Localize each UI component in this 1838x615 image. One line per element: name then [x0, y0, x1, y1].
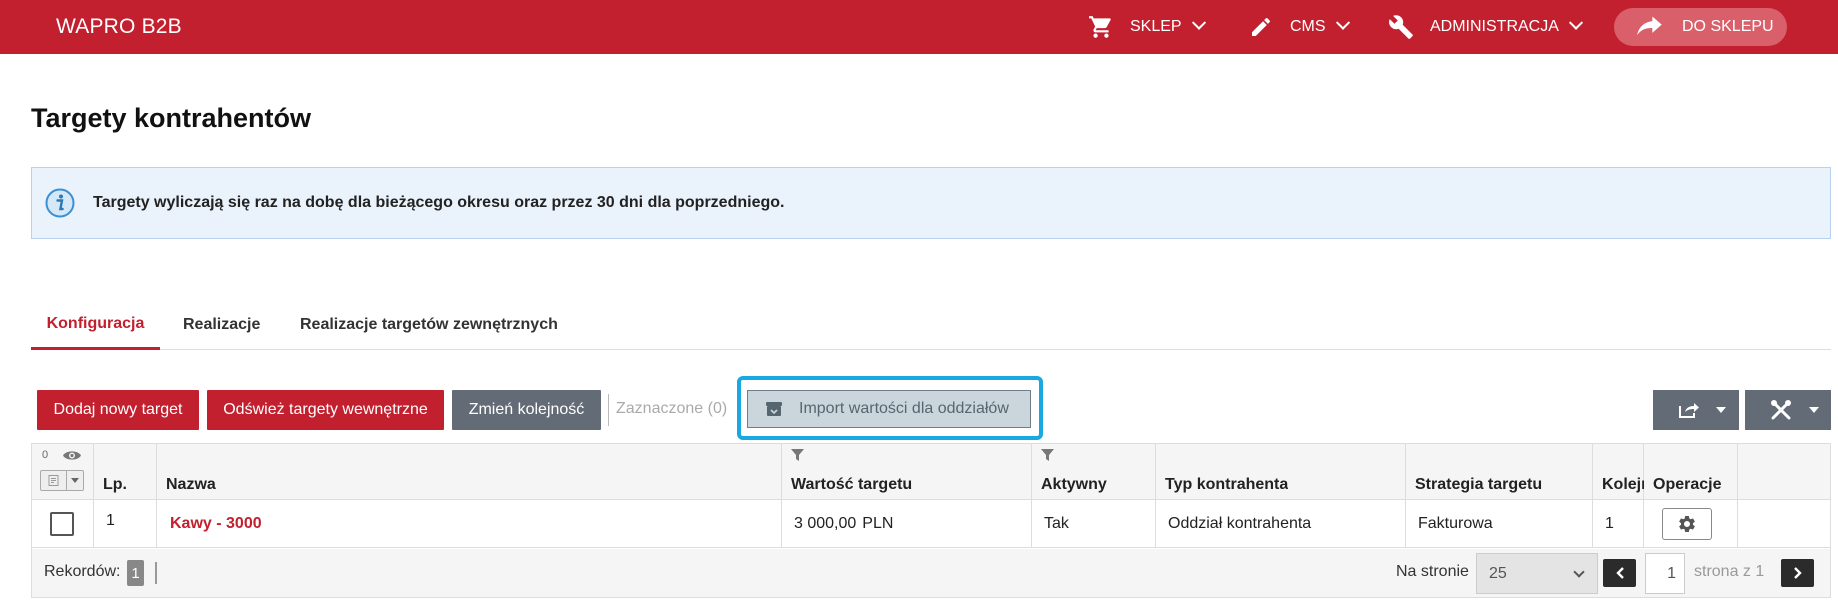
order-column-header: Kolejność	[1593, 444, 1644, 499]
row-customer-type: Oddział kontrahenta	[1156, 500, 1406, 548]
chevron-down-icon	[1573, 566, 1585, 578]
row-lp: 1	[94, 500, 157, 548]
tools-dropdown-button[interactable]	[1745, 390, 1831, 430]
row-value-cell: 3 000,00 PLN	[782, 500, 1032, 548]
value-header-label: Wartość targetu	[791, 476, 913, 493]
tools-icon	[1771, 400, 1791, 420]
nav-administration-label: ADMINISTRACJA	[1430, 18, 1559, 35]
row-active: Tak	[1032, 500, 1156, 548]
tab-configuration[interactable]: Konfiguracja	[31, 300, 160, 350]
refresh-internal-targets-button[interactable]: Odśwież targety wewnętrzne	[207, 390, 444, 430]
brand-logo-text[interactable]: WAPRO B2B	[56, 15, 182, 39]
alert-text: Targety wyliczają się raz na dobę dla bi…	[93, 194, 785, 211]
tabs-bar: Konfiguracja Realizacje Realizacje targe…	[31, 300, 1831, 350]
records-label: Rekordów:	[44, 563, 121, 580]
nav-shop[interactable]: SKLEP	[1088, 0, 1206, 54]
row-order: 1	[1593, 500, 1644, 548]
document-icon	[41, 471, 67, 490]
table-footer: Rekordów: 1 Na stronie 25 1 strona z 1	[32, 549, 1830, 597]
row-operations-button[interactable]	[1662, 508, 1712, 540]
page-title: Targety kontrahentów	[31, 103, 312, 133]
lp-header-label: Lp.	[103, 476, 127, 493]
share-arrow-icon	[1636, 13, 1664, 41]
row-name-cell: Kawy - 3000	[157, 500, 782, 548]
toolbar-separator	[608, 394, 609, 426]
pencil-icon	[1248, 14, 1274, 40]
chevron-right-icon	[1793, 567, 1802, 579]
import-branch-values-button[interactable]: Import wartości dla oddziałów	[747, 390, 1031, 428]
target-name-link[interactable]: Kawy - 3000	[170, 515, 262, 533]
filter-icon[interactable]	[791, 449, 804, 461]
archive-icon	[766, 402, 782, 416]
row-strategy: Fakturowa	[1406, 500, 1593, 548]
operations-column-header: Operacje	[1644, 444, 1738, 499]
caret-down-icon	[67, 471, 83, 490]
page-number-input[interactable]: 1	[1645, 553, 1685, 594]
row-operations-cell	[1644, 500, 1738, 548]
nav-cms[interactable]: CMS	[1248, 0, 1350, 54]
select-column-header: 0	[32, 444, 94, 499]
nav-shop-label: SKLEP	[1130, 18, 1182, 35]
active-column-header: Aktywny	[1032, 444, 1156, 499]
chevron-down-icon	[1568, 15, 1583, 30]
targets-table: 0 Lp. Nazwa Wartość targetu Aktywny Typ …	[31, 443, 1831, 598]
caret-down-icon	[1716, 407, 1726, 413]
records-count-badge: 1	[127, 560, 144, 586]
order-header-label: Kolejność	[1602, 476, 1644, 493]
lp-column-header: Lp.	[94, 444, 157, 499]
selected-count-label: Zaznaczone (0)	[616, 400, 728, 417]
eye-icon[interactable]	[62, 449, 82, 462]
top-navigation-bar: WAPRO B2B SKLEP CMS ADMINISTRACJA DO SKL…	[0, 0, 1838, 54]
previous-page-button[interactable]	[1603, 559, 1636, 587]
per-page-label: Na stronie	[1396, 563, 1469, 580]
chevron-down-icon	[1191, 15, 1206, 30]
import-branch-values-label: Import wartości dla oddziałów	[799, 400, 1009, 417]
page-of-label: strona z 1	[1694, 563, 1765, 580]
bulk-select-dropdown[interactable]	[40, 470, 84, 491]
table-header: 0 Lp. Nazwa Wartość targetu Aktywny Typ …	[32, 444, 1830, 500]
gear-icon	[1679, 516, 1695, 532]
value-column-header: Wartość targetu	[782, 444, 1032, 499]
chevron-down-icon	[1335, 15, 1350, 30]
export-dropdown-button[interactable]	[1653, 390, 1739, 430]
active-header-label: Aktywny	[1041, 476, 1107, 493]
tab-realizations[interactable]: Realizacje	[183, 300, 260, 350]
row-checkbox[interactable]	[50, 512, 74, 536]
per-page-value: 25	[1489, 564, 1507, 582]
wrench-icon	[1388, 14, 1414, 40]
to-shop-label: DO SKLEPU	[1682, 18, 1774, 35]
table-row[interactable]: 1 Kawy - 3000 3 000,00 PLN Tak Oddział k…	[32, 500, 1830, 548]
customer-type-header-label: Typ kontrahenta	[1165, 476, 1289, 493]
row-value: 3 000,00	[794, 515, 857, 532]
name-column-header: Nazwa	[157, 444, 782, 499]
records-divider	[155, 562, 157, 584]
strategy-column-header: Strategia targetu	[1406, 444, 1593, 499]
operations-header-label: Operacje	[1653, 476, 1722, 493]
select-count: 0	[42, 449, 49, 461]
info-icon	[45, 188, 75, 218]
name-header-label: Nazwa	[166, 476, 216, 493]
nav-cms-label: CMS	[1290, 18, 1326, 35]
tab-external-realizations[interactable]: Realizacje targetów zewnętrznych	[300, 300, 558, 350]
customer-type-column-header: Typ kontrahenta	[1156, 444, 1406, 499]
row-select-cell	[32, 500, 94, 548]
to-shop-button[interactable]: DO SKLEPU	[1614, 8, 1787, 46]
nav-administration[interactable]: ADMINISTRACJA	[1388, 0, 1583, 54]
cart-icon	[1088, 14, 1114, 40]
add-target-button[interactable]: Dodaj nowy target	[37, 390, 199, 430]
export-icon	[1679, 403, 1699, 418]
reorder-button[interactable]: Zmień kolejność	[452, 390, 601, 430]
caret-down-icon	[1809, 407, 1819, 413]
per-page-select[interactable]: 25	[1476, 553, 1598, 594]
row-currency: PLN	[862, 515, 894, 532]
filter-icon[interactable]	[1041, 449, 1054, 461]
info-alert: Targety wyliczają się raz na dobę dla bi…	[31, 167, 1831, 239]
next-page-button[interactable]	[1781, 559, 1814, 587]
chevron-left-icon	[1615, 567, 1624, 579]
strategy-header-label: Strategia targetu	[1415, 476, 1543, 493]
